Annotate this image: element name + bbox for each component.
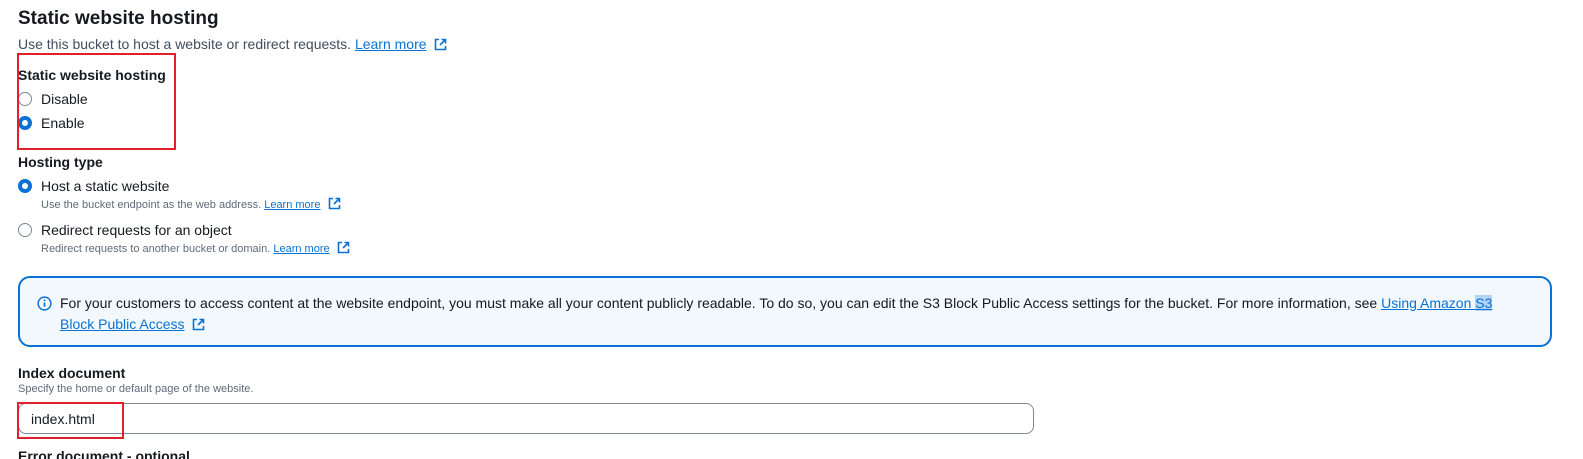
info-alert: For your customers to access content at …: [18, 276, 1552, 347]
external-link-icon: [193, 318, 205, 331]
error-document-label: Error document - optional: [18, 448, 190, 459]
radio-redirect-circle[interactable]: [18, 223, 32, 237]
using-amazon-s3-link-part1: Using Amazon: [1381, 295, 1476, 311]
radio-enable[interactable]: Enable: [18, 115, 85, 131]
external-link-icon: [435, 38, 447, 51]
radio-redirect-requests[interactable]: Redirect requests for an object: [18, 222, 232, 238]
host-static-description-text: Use the bucket endpoint as the web addre…: [41, 199, 262, 211]
radio-redirect-label: Redirect requests for an object: [41, 222, 232, 238]
radio-host-static-website[interactable]: Host a static website: [18, 178, 169, 194]
using-amazon-s3-link-part3: Block Public Access: [60, 316, 185, 332]
redirect-description-text: Redirect requests to another bucket or d…: [41, 243, 271, 255]
radio-disable-label: Disable: [41, 91, 88, 107]
host-static-description: Use the bucket endpoint as the web addre…: [41, 197, 341, 211]
learn-more-link[interactable]: Learn more: [355, 36, 427, 52]
external-link-icon: [337, 241, 349, 254]
radio-enable-label: Enable: [41, 115, 85, 131]
external-link-icon: [328, 197, 340, 210]
radio-disable-circle[interactable]: [18, 92, 32, 106]
hosting-type-label: Hosting type: [18, 154, 103, 170]
info-alert-message: For your customers to access content at …: [60, 295, 1378, 311]
section-title: Static website hosting: [18, 8, 219, 29]
using-amazon-s3-link-selected: S3: [1475, 295, 1493, 311]
hosting-toggle-label: Static website hosting: [18, 67, 166, 83]
section-description-text: Use this bucket to host a website or red…: [18, 36, 352, 52]
radio-disable[interactable]: Disable: [18, 91, 88, 107]
info-alert-text: For your customers to access content at …: [60, 293, 1530, 335]
redirect-description: Redirect requests to another bucket or d…: [41, 241, 350, 255]
info-icon: [37, 296, 52, 311]
radio-host-static-circle[interactable]: [18, 179, 32, 193]
radio-enable-circle[interactable]: [18, 116, 32, 130]
index-document-description: Specify the home or default page of the …: [18, 383, 254, 395]
index-document-label: Index document: [18, 365, 126, 381]
redirect-learn-more-link[interactable]: Learn more: [273, 243, 329, 255]
page: Static website hosting Use this bucket t…: [0, 0, 1583, 459]
radio-host-static-label: Host a static website: [41, 178, 170, 194]
index-document-input[interactable]: [18, 403, 1034, 434]
section-description: Use this bucket to host a website or red…: [18, 36, 447, 52]
host-static-learn-more-link[interactable]: Learn more: [264, 199, 320, 211]
